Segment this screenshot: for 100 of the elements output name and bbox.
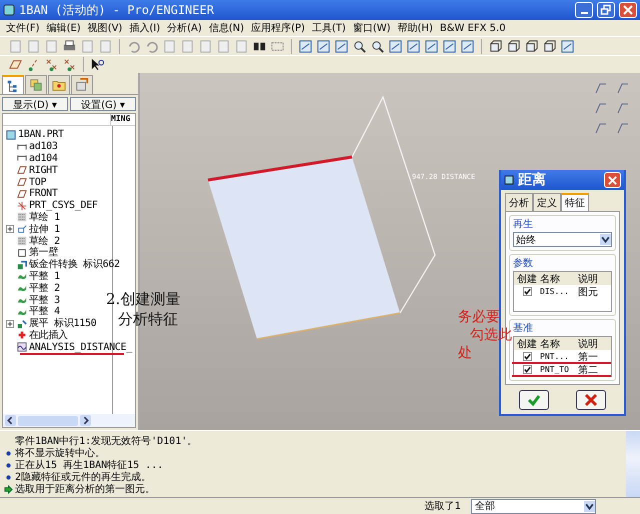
panel-tab[interactable] — [25, 75, 47, 94]
ok-button[interactable] — [518, 390, 549, 410]
tree-item[interactable]: 平整 4 — [29, 306, 60, 318]
checkbox[interactable] — [522, 287, 532, 296]
sketch-tool-icon[interactable] — [594, 121, 608, 135]
filter-dropdown[interactable]: 全部 — [471, 498, 596, 514]
group-label: 基准 — [513, 322, 534, 335]
toolbar-icon[interactable] — [488, 38, 503, 54]
tree-item[interactable]: 钣金件转换 标识662 — [29, 259, 120, 270]
sketch-tool-icon[interactable] — [616, 101, 630, 115]
toolbar-icon[interactable] — [370, 38, 385, 54]
dialog-icon — [504, 175, 514, 185]
datum-plane-icon — [17, 177, 27, 188]
menu-item[interactable]: B&W EFX 5.0 — [440, 22, 506, 34]
tree-item[interactable]: 草绘 1 — [29, 212, 60, 223]
toolbar-icon[interactable] — [524, 38, 539, 54]
dropdown-button[interactable]: 显示(D) ▾ — [2, 97, 68, 111]
table-cell-text: PNT... — [540, 352, 570, 361]
column-header: 名称 — [540, 338, 561, 350]
toolbar-icon[interactable] — [506, 38, 521, 54]
selection-count: 选取了1 — [424, 500, 461, 513]
tree-item[interactable]: TOP — [29, 176, 46, 188]
scrollbar-thumb[interactable] — [18, 416, 78, 426]
sheet-metal-icon — [17, 260, 27, 270]
tree-item[interactable]: 平整 2 — [29, 282, 60, 294]
sketch-tool-icon[interactable] — [594, 81, 608, 95]
dropdown-arrow-icon[interactable] — [600, 234, 611, 245]
sketch-tool-icon[interactable] — [616, 81, 630, 95]
menu-item[interactable]: 信息(N) — [208, 21, 244, 35]
message-text: 2隐藏特征或元件的再生完成。 — [15, 470, 152, 484]
extrude-icon — [17, 224, 27, 234]
box-icon — [75, 78, 89, 92]
tree-item[interactable]: ad104 — [29, 152, 58, 164]
dropdown-arrow-icon[interactable] — [584, 500, 595, 512]
menu-item[interactable]: 编辑(E) — [46, 21, 81, 35]
datum-plane-icon — [17, 188, 27, 199]
expand-toggle[interactable] — [6, 225, 14, 234]
column-header: 创建 — [516, 338, 538, 350]
toolbar-icon[interactable] — [352, 38, 367, 54]
menu-item[interactable]: 文件(F) — [6, 21, 40, 35]
toolbar-icon[interactable] — [542, 38, 557, 54]
group-label: 参数 — [513, 256, 534, 270]
tree-item[interactable]: 草绘 2 — [29, 236, 60, 247]
analysis-icon — [17, 342, 27, 352]
scrollbar[interactable] — [626, 431, 640, 497]
minimize-button[interactable] — [575, 2, 593, 18]
message-text: 零件1BAN中行1:发现无效符号'D101'。 — [15, 434, 198, 448]
dialog-title: 距离 — [518, 171, 547, 189]
dialog-tab[interactable]: 特征 — [561, 193, 589, 211]
tree-item[interactable]: 第一壁 — [29, 247, 58, 258]
sketch-icon — [17, 212, 27, 222]
tree-item[interactable]: 拉伸 1 — [29, 224, 60, 235]
plus-icon — [17, 330, 27, 340]
cancel-button[interactable] — [576, 390, 606, 410]
toolbar-icon[interactable] — [90, 57, 105, 72]
menu-item[interactable]: 工具(T) — [312, 21, 346, 35]
table-cell-text: 图元 — [578, 286, 599, 298]
tree-item[interactable]: ad103 — [29, 141, 58, 152]
menu-item[interactable]: 插入(I) — [129, 21, 160, 35]
regenerate-dropdown[interactable]: 始终 — [513, 232, 612, 247]
window-title: 1BAN (活动的) - Pro/ENGINEER — [19, 2, 215, 18]
close-icon — [607, 174, 618, 186]
tree-item[interactable]: 平整 1 — [29, 270, 60, 282]
unbend-icon — [17, 318, 27, 329]
menu-item[interactable]: 帮助(H) — [398, 21, 433, 35]
minimize-icon — [580, 12, 588, 14]
info-bullet-icon — [6, 450, 11, 456]
tree-item[interactable]: ANALYSIS_DISTANCE_ — [29, 342, 132, 353]
close-button[interactable] — [604, 172, 621, 188]
menu-item[interactable]: 视图(V) — [88, 21, 122, 35]
restore-button[interactable] — [597, 2, 615, 18]
scroll-left-icon[interactable] — [5, 415, 16, 426]
tree-item[interactable]: 展平 标识1150 — [29, 318, 96, 330]
checkbox[interactable] — [522, 365, 532, 374]
menu-item[interactable]: 分析(A) — [167, 21, 202, 35]
tree-item[interactable]: RIGHT — [29, 164, 58, 176]
dialog-tab[interactable]: 分析 — [505, 193, 533, 211]
tree-item[interactable]: 平整 3 — [29, 294, 60, 306]
close-button[interactable] — [619, 2, 637, 18]
tree-item[interactable]: PRT_CSYS_DEF — [29, 200, 98, 212]
dropdown-button[interactable]: 设置(G) ▾ — [70, 97, 136, 111]
layers-icon — [29, 78, 43, 92]
coordinate-system-icon — [17, 200, 27, 211]
tree-item[interactable]: 1BAN.PRT — [18, 129, 64, 140]
menu-item[interactable]: 窗口(W) — [352, 21, 391, 35]
tree-item[interactable]: 在此插入 — [29, 330, 68, 341]
expand-toggle[interactable] — [6, 320, 14, 328]
sketch-icon — [17, 236, 27, 246]
checkbox[interactable] — [522, 352, 532, 361]
sketch-tool-icon[interactable] — [616, 121, 630, 135]
dialog-tab[interactable]: 定义 — [533, 193, 561, 211]
tree-item[interactable]: FRONT — [29, 188, 58, 200]
message-text: 将不显示旋转中心。 — [15, 446, 105, 460]
dimension-icon — [17, 153, 27, 164]
toolbar-icon[interactable] — [62, 38, 77, 54]
sketch-tool-icon[interactable] — [594, 101, 608, 115]
menu-item[interactable]: 应用程序(P) — [251, 21, 305, 35]
panel-tab[interactable] — [2, 75, 24, 94]
panel-tab[interactable] — [48, 75, 70, 94]
scroll-right-icon[interactable] — [80, 415, 91, 426]
